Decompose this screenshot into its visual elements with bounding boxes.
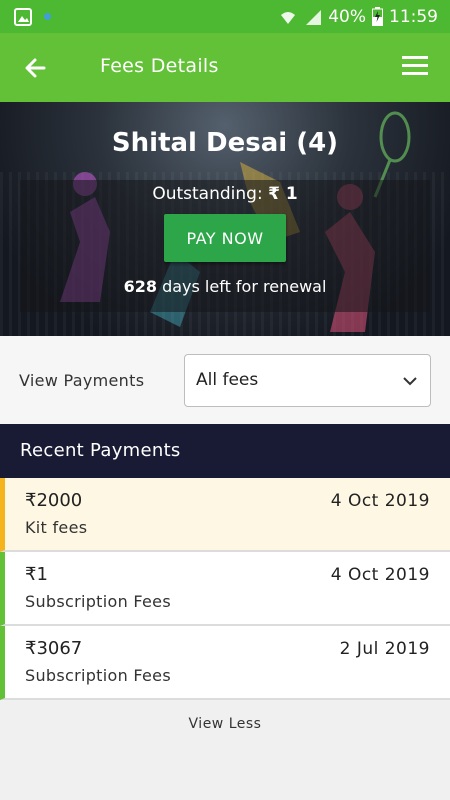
- clock: 11:59: [389, 6, 438, 27]
- payment-description: Subscription Fees: [25, 666, 171, 685]
- payment-date: 2 Jul 2019: [339, 639, 430, 659]
- back-arrow-icon[interactable]: [20, 53, 50, 83]
- payment-date: 4 Oct 2019: [330, 565, 430, 585]
- fee-type-selected: All fees: [196, 370, 259, 390]
- gallery-notification-icon: [14, 7, 32, 26]
- payments-filter: View Payments All fees: [0, 336, 450, 424]
- signal-icon: [304, 8, 322, 26]
- hamburger-menu-icon[interactable]: [402, 55, 428, 77]
- payment-amount: ₹3067: [25, 638, 83, 659]
- pay-now-button[interactable]: PAY NOW: [164, 214, 286, 262]
- payment-date: 4 Oct 2019: [330, 491, 430, 511]
- renewal-text: days left for renewal: [156, 277, 327, 296]
- status-bar: 40% 11:59: [0, 0, 450, 33]
- payment-description: Subscription Fees: [25, 592, 171, 611]
- renewal-info: 628 days left for renewal: [0, 277, 450, 296]
- payment-row[interactable]: ₹3067 2 Jul 2019 Subscription Fees: [0, 626, 450, 700]
- payment-row[interactable]: ₹1 4 Oct 2019 Subscription Fees: [0, 552, 450, 626]
- member-summary-banner: Shital Desai (4) Outstanding: ₹ 1 PAY NO…: [0, 102, 450, 336]
- view-payments-label: View Payments: [19, 371, 145, 390]
- payment-amount: ₹1: [25, 564, 48, 585]
- section-title: Recent Payments: [20, 440, 181, 461]
- member-name: Shital Desai (4): [111, 128, 339, 158]
- outstanding-line: Outstanding: ₹ 1: [0, 184, 450, 204]
- payment-row[interactable]: ₹2000 4 Oct 2019 Kit fees: [0, 478, 450, 552]
- payment-amount: ₹2000: [25, 490, 83, 511]
- notification-dot-icon: [44, 13, 51, 20]
- chevron-down-icon: [402, 373, 418, 389]
- days-left-count: 628: [123, 277, 157, 296]
- view-less-link[interactable]: View Less: [0, 716, 450, 732]
- recent-payments-header: Recent Payments: [0, 424, 450, 478]
- outstanding-label: Outstanding:: [152, 184, 263, 204]
- battery-icon: [372, 7, 383, 26]
- payment-description: Kit fees: [25, 518, 88, 537]
- outstanding-amount: ₹ 1: [268, 184, 298, 204]
- app-bar: Fees Details: [0, 33, 450, 102]
- fee-type-dropdown[interactable]: All fees: [184, 354, 431, 407]
- battery-percent: 40%: [328, 6, 366, 27]
- wifi-icon: [278, 8, 298, 26]
- page-title: Fees Details: [100, 55, 219, 77]
- payments-list: ₹2000 4 Oct 2019 Kit fees ₹1 4 Oct 2019 …: [0, 478, 450, 700]
